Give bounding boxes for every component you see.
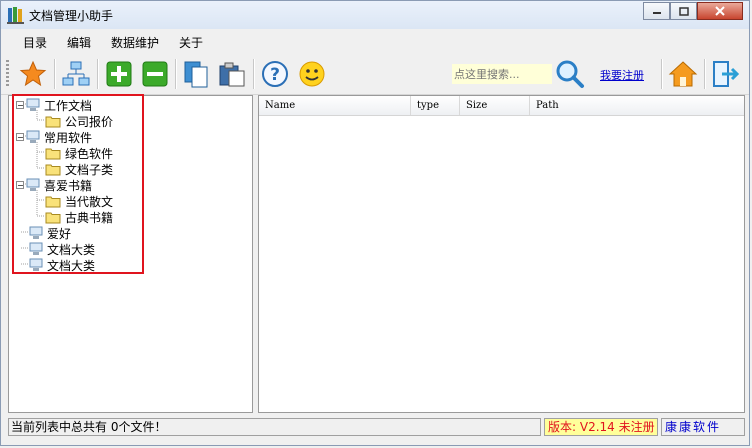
status-bar: 当前列表中总共有 0个文件！ 版本: V2.14 未注册 康康软件 [1, 415, 749, 439]
title-bar: 文档管理小助手 [1, 1, 749, 29]
status-version: 版本: V2.14 未注册 [544, 418, 658, 436]
remove-button[interactable] [140, 59, 170, 89]
favorite-button[interactable] [18, 59, 48, 89]
exit-icon [713, 61, 740, 87]
magnifier-icon [556, 60, 584, 88]
close-icon [715, 6, 725, 16]
column-name[interactable]: Name [259, 96, 411, 115]
minimize-icon [652, 12, 661, 14]
search-input[interactable] [452, 64, 552, 84]
help-icon: ? [262, 61, 288, 87]
smiley-icon [299, 61, 325, 87]
home-icon [668, 61, 698, 87]
minimize-button[interactable] [643, 2, 670, 20]
menu-bar: 目录 编辑 数据维护 关于 [1, 29, 749, 53]
file-list-header: Name type Size Path [259, 96, 744, 116]
highlight-box [12, 94, 144, 274]
column-size[interactable]: Size [460, 96, 530, 115]
copy-icon [184, 61, 208, 88]
network-button[interactable] [61, 59, 91, 89]
network-icon [62, 61, 90, 86]
toolbar-grip [6, 60, 9, 88]
close-button[interactable] [697, 2, 743, 20]
menu-edit[interactable]: 编辑 [67, 34, 91, 51]
maximize-button[interactable] [670, 2, 697, 20]
smiley-button[interactable] [297, 59, 327, 89]
add-icon [106, 61, 132, 87]
app-book-icon [7, 7, 24, 24]
exit-button[interactable] [711, 59, 741, 89]
column-path[interactable]: Path [530, 96, 744, 115]
window-title: 文档管理小助手 [29, 9, 114, 23]
column-type[interactable]: type [411, 96, 460, 115]
paste-icon [219, 62, 245, 87]
register-link[interactable]: 我要注册 [600, 67, 644, 83]
svg-text:?: ? [270, 65, 280, 85]
menu-data-maintenance[interactable]: 数据维护 [111, 34, 159, 51]
star-icon [19, 60, 47, 87]
file-list[interactable]: Name type Size Path [258, 95, 745, 413]
status-summary: 当前列表中总共有 0个文件！ [8, 418, 541, 436]
copy-button[interactable] [181, 59, 211, 89]
app-window: 文档管理小助手 目录 编辑 数据维护 关于 ? 点这里搜索... 我要注册 − … [0, 0, 750, 446]
status-brand: 康康软件 [661, 418, 745, 436]
menu-about[interactable]: 关于 [179, 34, 203, 51]
remove-icon [142, 61, 168, 87]
home-button[interactable] [668, 59, 698, 89]
paste-button[interactable] [217, 59, 247, 89]
help-button[interactable]: ? [260, 59, 290, 89]
search-button[interactable] [555, 59, 585, 89]
maximize-icon [678, 6, 689, 16]
menu-catalog[interactable]: 目录 [23, 34, 47, 51]
add-button[interactable] [104, 59, 134, 89]
